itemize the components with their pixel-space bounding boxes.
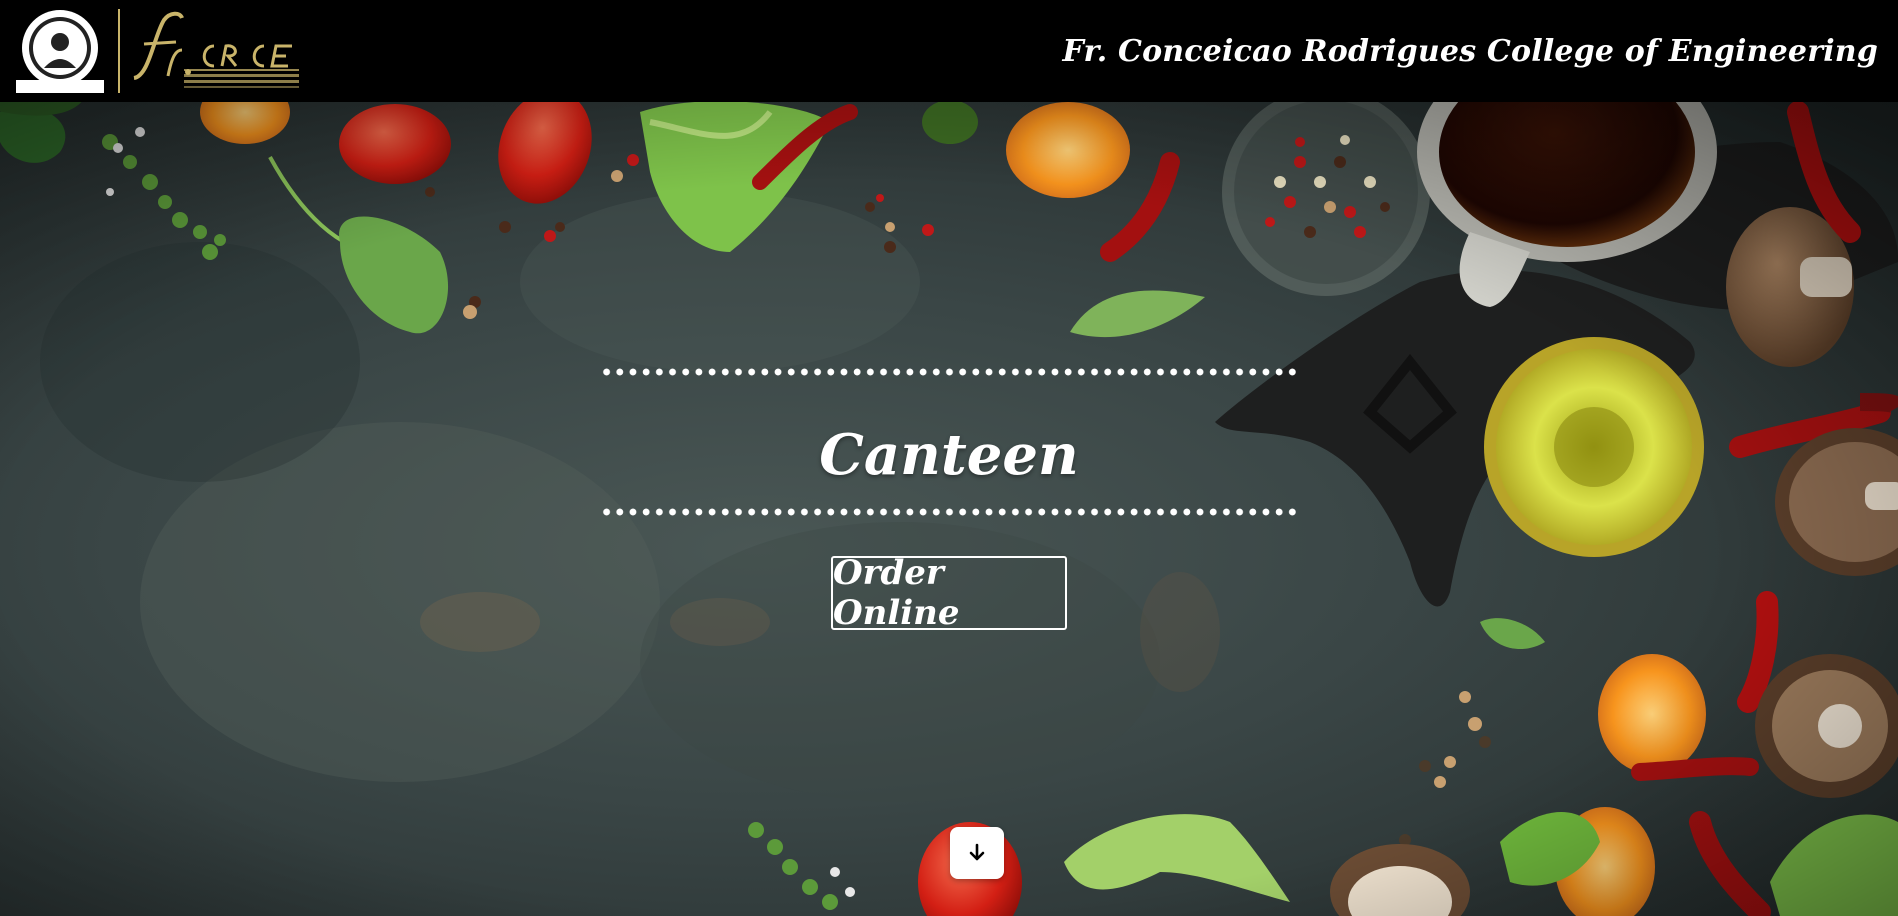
hero-title: Canteen: [819, 422, 1079, 488]
college-name: Fr. Conceicao Rodrigues College of Engin…: [1062, 33, 1878, 69]
dotted-divider-bottom: [600, 508, 1300, 516]
logo-divider: [118, 9, 120, 93]
crce-logo[interactable]: [124, 6, 309, 96]
arrow-down-icon: [969, 843, 985, 861]
agnel-seal-logo[interactable]: [10, 6, 110, 96]
dotted-divider-top: [600, 368, 1300, 376]
logo-group[interactable]: [10, 5, 309, 97]
order-online-button[interactable]: Order Online: [831, 553, 1067, 633]
navbar: Fr. Conceicao Rodrigues College of Engin…: [0, 0, 1898, 102]
scroll-down-button[interactable]: [950, 827, 1004, 879]
hero-section: Canteen Order Online: [0, 102, 1898, 916]
